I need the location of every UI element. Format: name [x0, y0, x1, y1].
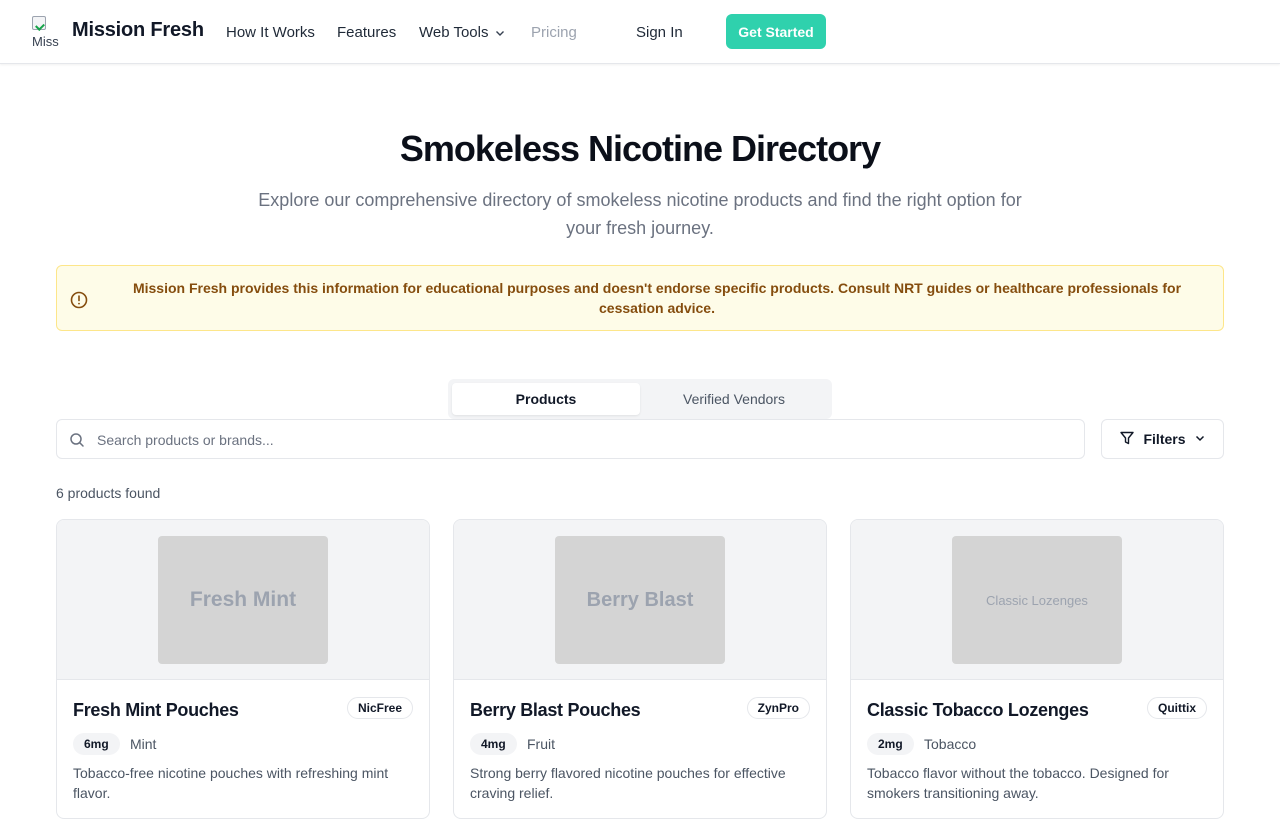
product-card[interactable]: Classic Lozenges Classic Tobacco Lozenge… [850, 519, 1224, 819]
page-subtitle: Explore our comprehensive directory of s… [258, 190, 1022, 238]
chevron-down-icon [495, 25, 505, 42]
search-input[interactable] [97, 428, 1067, 452]
product-image-area: Berry Blast [454, 520, 826, 680]
product-description: Tobacco-free nicotine pouches with refre… [73, 765, 389, 801]
nav-web-tools-label: Web Tools [419, 24, 489, 41]
product-card[interactable]: Berry Blast Berry Blast Pouches ZynPro 4… [453, 519, 827, 819]
results-count: 6 products found [56, 485, 161, 501]
product-name[interactable]: Fresh Mint Pouches [73, 700, 239, 721]
nav-how-it-works[interactable]: How It Works [226, 24, 315, 41]
product-image: Fresh Mint [158, 536, 328, 664]
nav-pricing[interactable]: Pricing [531, 24, 577, 41]
page-title: Smokeless Nicotine Directory [399, 128, 881, 169]
tab-products[interactable]: Products [452, 383, 640, 415]
product-image-area: Fresh Mint [57, 520, 429, 680]
alert-circle-icon [69, 290, 89, 315]
chevron-down-icon [1194, 431, 1206, 447]
product-name[interactable]: Classic Tobacco Lozenges [867, 700, 1089, 721]
nav-features[interactable]: Features [337, 24, 396, 41]
brand-badge: ZynPro [746, 697, 810, 719]
search-box [56, 419, 1085, 459]
brand-name[interactable]: Mission Fresh [72, 19, 204, 42]
filters-label: Filters [1143, 431, 1186, 447]
flavor-label: Fruit [527, 736, 555, 752]
disclaimer-text: Mission Fresh provides this information … [132, 280, 1182, 316]
strength-badge: 4mg [470, 733, 517, 755]
disclaimer-notice: Mission Fresh provides this information … [56, 265, 1224, 331]
strength-badge: 2mg [867, 733, 914, 755]
site-header: Miss Mission Fresh How It Works Features… [0, 0, 1280, 64]
product-description: Tobacco flavor without the tobacco. Desi… [867, 765, 1169, 801]
product-image-area: Classic Lozenges [851, 520, 1223, 680]
filters-button[interactable]: Filters [1101, 419, 1224, 459]
get-started-button[interactable]: Get Started [726, 14, 826, 49]
product-image: Berry Blast [555, 536, 725, 664]
nav-web-tools[interactable]: Web Tools [419, 24, 505, 42]
search-icon [69, 432, 85, 453]
flavor-label: Mint [130, 736, 157, 752]
product-card[interactable]: Fresh Mint Fresh Mint Pouches NicFree 6m… [56, 519, 430, 819]
strength-badge: 6mg [73, 733, 120, 755]
sign-in-link[interactable]: Sign In [636, 24, 683, 41]
broken-image-icon [32, 16, 46, 30]
tab-verified-vendors[interactable]: Verified Vendors [640, 383, 828, 415]
flavor-label: Tobacco [924, 736, 977, 752]
logo-alt-text: Miss [32, 34, 59, 48]
brand-badge: NicFree [346, 697, 413, 719]
product-image: Classic Lozenges [952, 536, 1122, 664]
product-name[interactable]: Berry Blast Pouches [470, 700, 641, 721]
product-description: Strong berry flavored nicotine pouches f… [470, 765, 786, 801]
directory-tabs: Products Verified Vendors [448, 379, 832, 419]
filter-icon [1119, 430, 1135, 449]
brand-badge: Quittix [1147, 697, 1207, 719]
logo-image[interactable]: Miss [32, 16, 64, 48]
